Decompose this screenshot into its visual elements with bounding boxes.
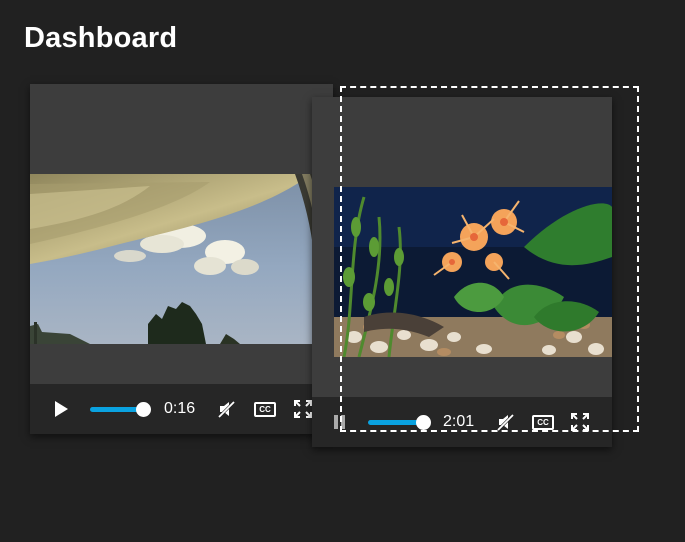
video-player-2[interactable]: 2:01 CC	[312, 97, 612, 447]
video-frame-aquarium[interactable]	[334, 187, 612, 357]
player-2-controls: 2:01 CC	[312, 397, 612, 447]
player-1-controls: 0:16 CC	[30, 384, 333, 434]
play-icon[interactable]	[332, 413, 346, 431]
volume-slider-knob[interactable]	[136, 402, 151, 417]
time-display: 2:01	[443, 413, 475, 430]
volume-slider-knob[interactable]	[416, 415, 431, 430]
fullscreen-icon[interactable]	[294, 400, 312, 418]
video-player-1[interactable]: 0:16 CC	[30, 84, 333, 434]
fullscreen-icon[interactable]	[571, 413, 589, 431]
dashboard-page: Dashboard 0:16 CC 2:01 CC	[0, 0, 685, 542]
video-frame-sky[interactable]	[30, 174, 333, 344]
volume-muted-icon[interactable]	[217, 399, 237, 419]
time-display: 0:16	[164, 400, 196, 417]
volume-muted-icon[interactable]	[496, 412, 516, 432]
page-title: Dashboard	[24, 22, 178, 54]
closed-captions-icon[interactable]: CC	[254, 402, 276, 417]
play-icon[interactable]	[52, 400, 70, 418]
closed-captions-icon[interactable]: CC	[532, 415, 554, 430]
